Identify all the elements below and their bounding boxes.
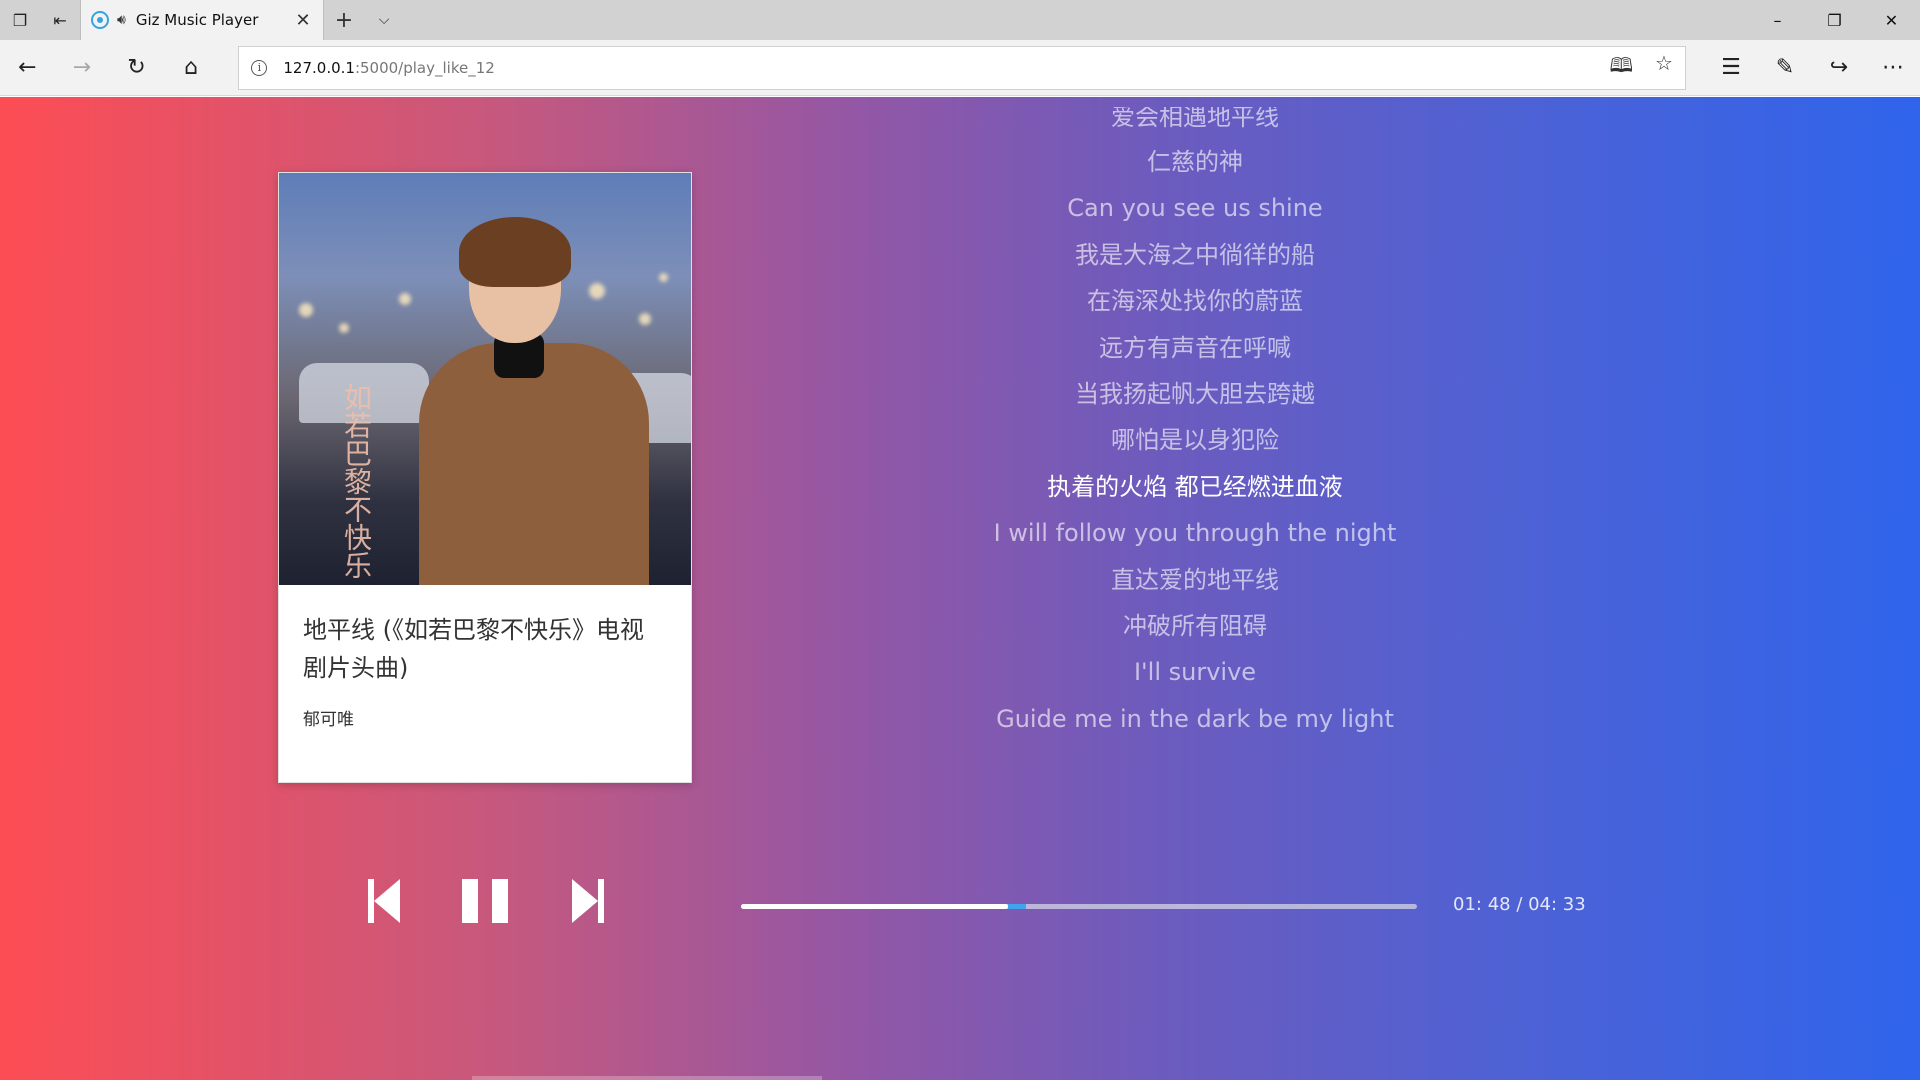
lyric-line: 爱会相遇地平线 <box>1111 107 1279 131</box>
pause-left-bar <box>462 879 478 923</box>
tab-title: Giz Music Player <box>135 11 259 29</box>
scroll-hint <box>472 1076 822 1080</box>
pause-right-bar <box>492 879 508 923</box>
navigation-bar: ← → ↻ ⌂ i 127.0.0.1:5000/play_like_12 🕮︎… <box>0 40 1920 96</box>
music-player-page: 如若巴黎不快乐 地平线 (《如若巴黎不快乐》电视剧片头曲) 郁可唯 爱会相遇地平… <box>0 97 1920 1080</box>
browser-tab[interactable]: 🔊︎ Giz Music Player ✕ <box>80 0 324 40</box>
restore-button[interactable]: ❐ <box>1806 0 1863 40</box>
bokeh-light <box>339 323 349 333</box>
lyric-line: 远方有声音在呼喊 <box>1099 333 1291 362</box>
artist-name: 郁可唯 <box>303 710 354 730</box>
close-window-button[interactable]: ✕ <box>1863 0 1920 40</box>
set-tabs-aside-icon[interactable]: ⇤ <box>40 0 80 40</box>
previous-triangle-shape <box>374 879 400 923</box>
site-info-icon[interactable]: i <box>251 59 268 76</box>
lyric-line: 直达爱的地平线 <box>1111 565 1279 594</box>
tab-strip: ❐ ⇤ 🔊︎ Giz Music Player ✕ + ⌵ – ❐ ✕ <box>0 0 1920 40</box>
bokeh-light <box>399 293 411 305</box>
cover-title-text: 如若巴黎不快乐 <box>340 383 373 579</box>
share-icon[interactable]: ↪ <box>1812 40 1866 96</box>
album-cover: 如若巴黎不快乐 <box>279 173 691 585</box>
audio-playing-icon[interactable]: 🔊︎ <box>117 12 126 28</box>
lyric-line: 在海深处找你的蔚蓝 <box>1087 287 1303 316</box>
forward-button[interactable]: → <box>55 40 110 96</box>
favorite-star-icon[interactable]: ☆ <box>1655 51 1673 85</box>
lyric-line: 仁慈的神 <box>1147 148 1243 176</box>
tab-actions-icon[interactable]: ❐ <box>0 0 40 40</box>
person-coat <box>419 343 649 585</box>
lyric-line: Guide me in the dark be my light <box>996 704 1394 733</box>
lyric-line: Can you see us shine <box>1067 194 1323 223</box>
lyric-line: 我是大海之中徜徉的船 <box>1075 240 1315 269</box>
music-favicon-icon <box>91 11 109 29</box>
reading-view-icon[interactable]: 🕮︎ <box>1609 51 1633 85</box>
pause-button[interactable] <box>462 877 508 925</box>
progress-handle[interactable] <box>1008 904 1026 909</box>
web-note-pen-icon[interactable]: ✎ <box>1758 40 1812 96</box>
lyrics-panel: 爱会相遇地平线仁慈的神 Can you see us shine 我是大海之中徜徉的… <box>950 107 1440 742</box>
lyric-line: 冲破所有阻碍 <box>1123 611 1267 640</box>
song-title: 地平线 (《如若巴黎不快乐》电视剧片头曲) <box>303 616 644 682</box>
refresh-button[interactable]: ↻ <box>109 40 164 96</box>
next-bar-shape <box>598 879 604 923</box>
favorites-hub-icon[interactable]: ☰ <box>1704 40 1758 96</box>
new-tab-button[interactable]: + <box>324 0 364 40</box>
previous-track-button[interactable] <box>368 877 402 925</box>
minimize-button[interactable]: – <box>1749 0 1806 40</box>
song-card: 如若巴黎不快乐 地平线 (《如若巴黎不快乐》电视剧片头曲) 郁可唯 <box>278 172 692 783</box>
progress-fill <box>741 904 1008 909</box>
address-bar[interactable]: i 127.0.0.1:5000/play_like_12 🕮︎ ☆ <box>238 45 1686 90</box>
bokeh-light <box>299 303 313 317</box>
close-tab-icon[interactable]: ✕ <box>291 10 315 31</box>
lyric-line: I'll survive <box>1133 658 1257 687</box>
next-track-button[interactable] <box>570 877 604 925</box>
url-path: :5000/play_like_12 <box>354 58 495 77</box>
lyric-line: 哪怕是以身犯险 <box>1111 426 1279 455</box>
more-menu-icon[interactable]: ⋯ <box>1866 40 1920 96</box>
lyric-line: 当我扬起帆大胆去跨越 <box>1075 379 1315 408</box>
back-button[interactable]: ← <box>0 40 55 96</box>
progress-bar[interactable] <box>741 904 1417 909</box>
bokeh-light <box>589 283 605 299</box>
person-hair <box>459 217 571 287</box>
home-button[interactable]: ⌂ <box>164 40 219 96</box>
time-display: 01: 48 / 04: 33 <box>1453 894 1586 915</box>
url-host: 127.0.0.1 <box>283 58 355 77</box>
next-triangle-shape <box>572 879 598 923</box>
lyric-line: I will follow you through the night <box>993 519 1397 548</box>
bokeh-light <box>659 273 668 282</box>
lyric-line-active: 执着的火焰 都已经燃进血液 <box>1047 472 1343 501</box>
tab-preview-chevron-icon[interactable]: ⌵ <box>364 0 404 40</box>
card-body: 地平线 (《如若巴黎不快乐》电视剧片头曲) 郁可唯 <box>279 585 691 756</box>
bokeh-light <box>639 313 651 325</box>
